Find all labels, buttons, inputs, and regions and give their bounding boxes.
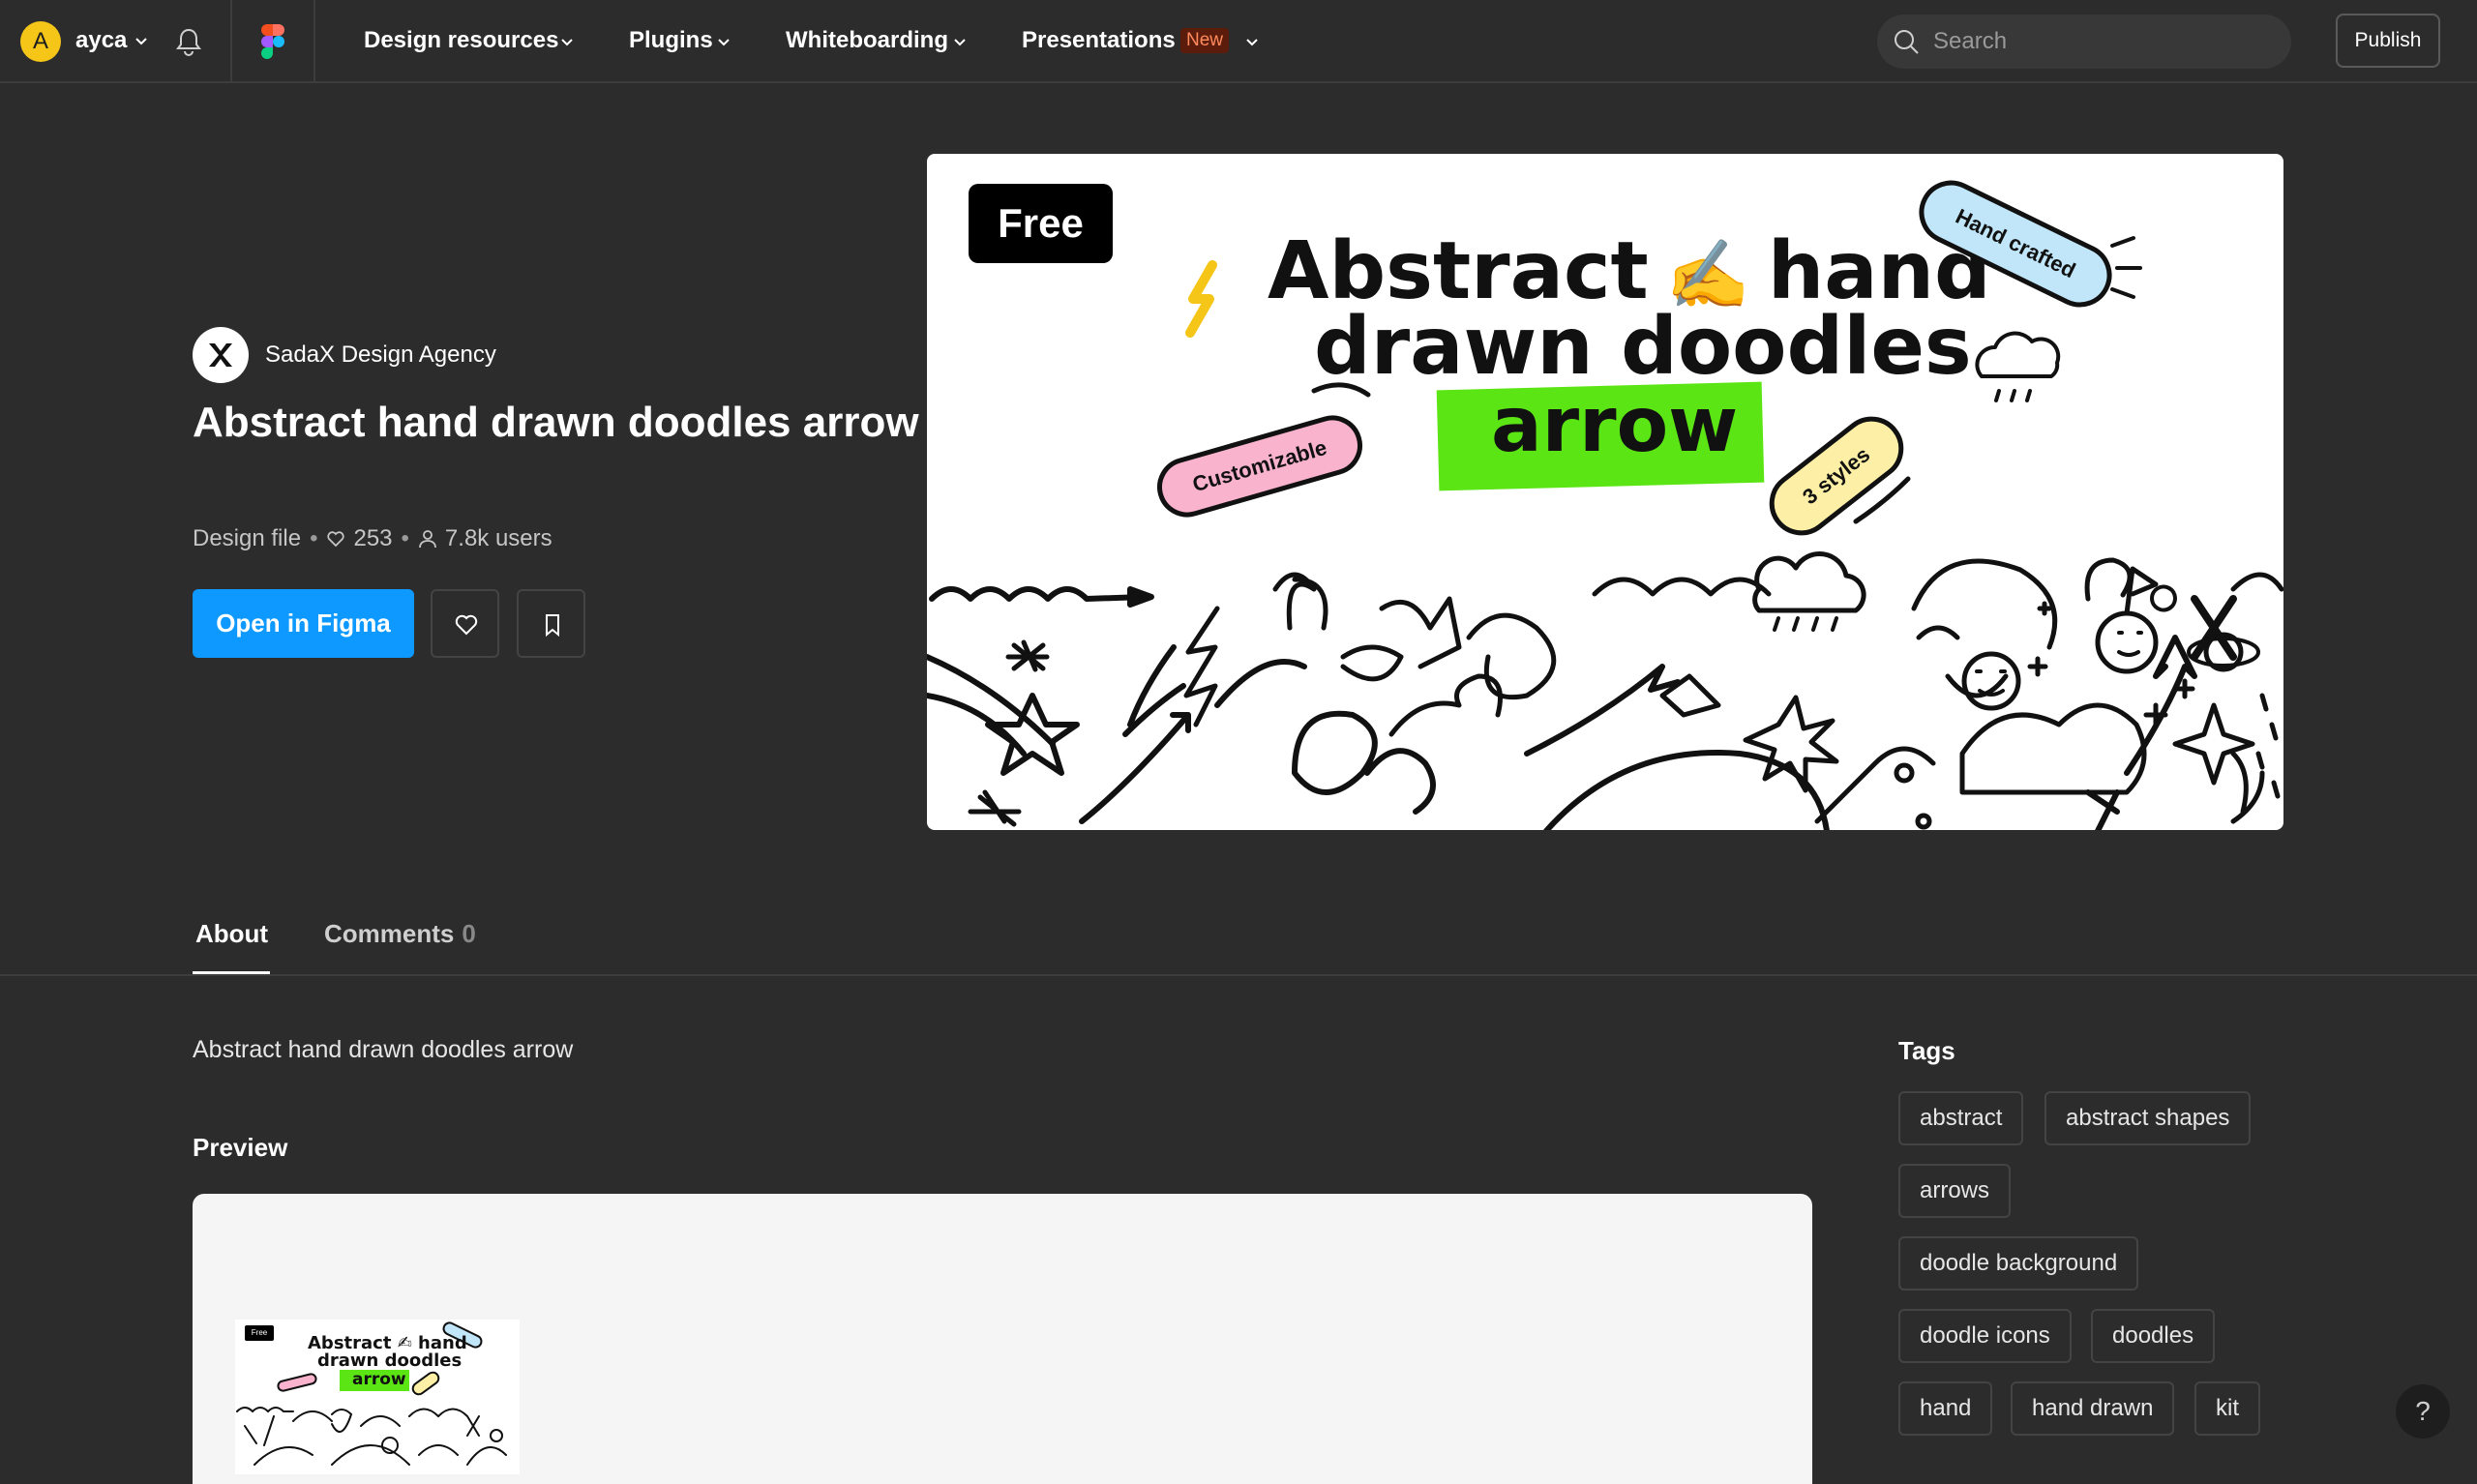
chevron-down-icon[interactable] [134, 33, 149, 48]
user-avatar[interactable]: A [20, 21, 61, 62]
hero-thumbnail[interactable]: Free Abstract ✍️ hand drawn doodles arrow … [927, 154, 2283, 830]
tag-arrows[interactable]: arrows [1898, 1164, 2012, 1218]
tag-doodle-icons[interactable]: doodle icons [1898, 1309, 2072, 1363]
search-input[interactable] [1931, 22, 2270, 61]
comments-count: 0 [462, 919, 476, 948]
bookmark-button[interactable] [517, 589, 585, 658]
user-count: 7.8k users [444, 525, 552, 551]
tag-kit[interactable]: kit [2194, 1381, 2260, 1436]
top-navigation: A ayca Design resources Plugins Whiteboa… [0, 0, 2477, 83]
nav-divider [313, 0, 315, 83]
hero-title-line-2: drawn doodles [1314, 301, 1972, 393]
tags-heading: Tags [1898, 1036, 1955, 1065]
figma-logo-icon[interactable] [261, 24, 284, 59]
nav-whiteboarding[interactable]: Whiteboarding [786, 27, 948, 54]
user-icon [419, 530, 436, 549]
preview-thumbnail[interactable]: Free Abstract ✍ hand drawn doodles arrow [235, 1320, 520, 1474]
nav-presentations[interactable]: Presentations [1022, 27, 1176, 54]
tab-about[interactable]: About [195, 919, 268, 949]
tab-comments-label: Comments [324, 919, 455, 948]
heart-icon [327, 531, 345, 548]
mini-free-badge: Free [245, 1325, 274, 1341]
chevron-down-icon[interactable] [952, 34, 968, 49]
open-in-figma-button[interactable]: Open in Figma [193, 589, 414, 658]
chevron-down-icon[interactable] [716, 34, 731, 49]
hero-title-line-3: arrow [1491, 382, 1739, 469]
nav-design-resources[interactable]: Design resources [364, 27, 558, 54]
sadax-logo-icon [209, 343, 232, 367]
chevron-down-icon[interactable] [559, 34, 575, 49]
meta-separator: • [401, 525, 409, 551]
new-badge: New [1180, 28, 1230, 53]
tabs-divider [0, 974, 2477, 976]
mini-title-line-2: drawn doodles [317, 1350, 463, 1371]
nav-plugins[interactable]: Plugins [629, 27, 713, 54]
file-title: Abstract hand drawn doodles arrow [193, 399, 919, 446]
chevron-down-icon[interactable] [1244, 34, 1260, 49]
bookmark-icon [546, 614, 559, 638]
file-type: Design file [193, 525, 302, 551]
tag-abstract-shapes[interactable]: abstract shapes [2044, 1091, 2252, 1145]
help-button[interactable]: ? [2396, 1384, 2450, 1439]
tag-abstract[interactable]: abstract [1898, 1091, 2024, 1145]
mini-title-line-3: arrow [352, 1370, 406, 1389]
bell-icon[interactable] [174, 26, 203, 57]
free-badge: Free [969, 184, 1113, 263]
file-meta: Design file • 253 • 7.8k users [193, 525, 552, 552]
meta-separator: • [310, 525, 318, 551]
nav-divider [230, 0, 232, 83]
like-button[interactable] [431, 589, 499, 658]
publish-button[interactable]: Publish [2336, 14, 2440, 68]
creator-logo[interactable] [193, 327, 249, 383]
heart-icon [455, 614, 478, 636]
file-description: Abstract hand drawn doodles arrow [193, 1036, 574, 1063]
user-name[interactable]: ayca [75, 27, 127, 54]
preview-panel[interactable]: Free Abstract ✍ hand drawn doodles arrow [193, 1194, 1812, 1484]
preview-heading: Preview [193, 1133, 288, 1162]
tag-doodle-background[interactable]: doodle background [1898, 1236, 2139, 1291]
tag-hand[interactable]: hand [1898, 1381, 1993, 1436]
like-count: 253 [353, 525, 393, 551]
tab-comments[interactable]: Comments 0 [324, 919, 476, 949]
tag-hand-drawn[interactable]: hand drawn [2011, 1381, 2175, 1436]
tag-doodles[interactable]: doodles [2091, 1309, 2216, 1363]
search-icon [1895, 30, 1919, 54]
creator-name[interactable]: SadaX Design Agency [265, 341, 496, 369]
search-box[interactable] [1877, 15, 2291, 69]
